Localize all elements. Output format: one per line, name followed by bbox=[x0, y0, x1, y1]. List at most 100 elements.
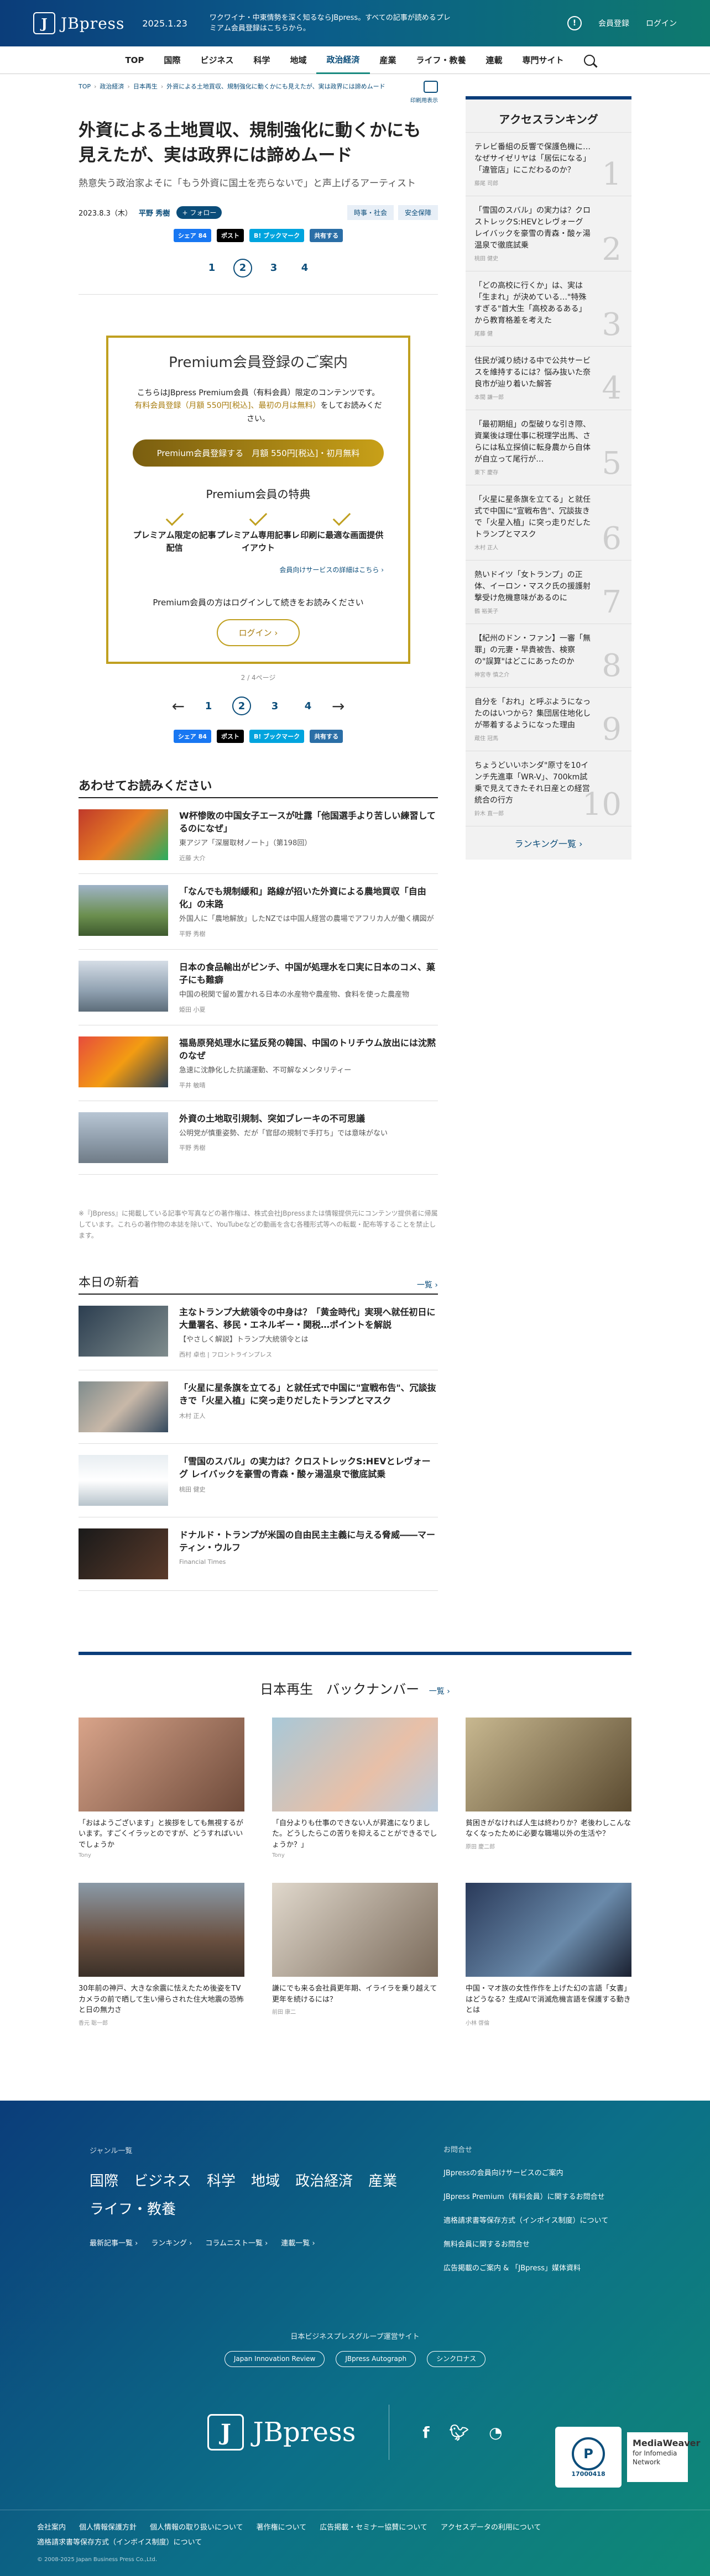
breadcrumb-politics[interactable]: 政治経済 bbox=[100, 82, 124, 92]
hatena-bookmark-button[interactable]: B! ブックマーク bbox=[249, 228, 305, 242]
nav-special-sites[interactable]: 専門サイト bbox=[513, 46, 574, 74]
twitter-icon[interactable]: 🐦︎ bbox=[450, 2423, 469, 2442]
ranking-item[interactable]: 「雪国のスバル」の実力は？クロストレックS:HEVとレヴォーグ レイバックを豪雪… bbox=[466, 196, 631, 271]
nav-region[interactable]: 地域 bbox=[280, 46, 316, 74]
premium-register-button[interactable]: Premium会員登録する 月額 550円[税込]・初月無料 bbox=[133, 439, 384, 467]
tag-society[interactable]: 時事・社会 bbox=[347, 205, 394, 220]
group-site-autograph[interactable]: JBpress Autograph bbox=[336, 2351, 416, 2368]
follow-button[interactable]: + フォロー bbox=[176, 206, 222, 219]
hatena-bookmark-button[interactable]: B! ブックマーク bbox=[249, 730, 305, 744]
group-site-synchronous[interactable]: シンクロナス bbox=[427, 2351, 486, 2368]
footer-logo[interactable]: J JBpress bbox=[207, 2414, 356, 2451]
premium-promo-link[interactable]: ワクワイナ・中東情勢を深く知るならJBpress。すべての記事が読めるプレミアム… bbox=[210, 13, 453, 34]
backnumber-more-link[interactable]: 一覧 › bbox=[429, 1687, 450, 1696]
facebook-share-button[interactable]: シェア 84 bbox=[173, 730, 211, 744]
ranking-item[interactable]: 住民が減り続ける中で公共サービスを維持するには？悩み抜いた奈良市が辿り着いた解答… bbox=[466, 346, 631, 410]
author-link[interactable]: 平野 秀樹 bbox=[139, 207, 170, 218]
footer-bottom-link[interactable]: 個人情報の取り扱いについて bbox=[150, 2521, 243, 2532]
search-icon[interactable] bbox=[583, 54, 595, 66]
today-more-link[interactable]: 一覧 › bbox=[417, 1279, 438, 1290]
footer-bottom-link[interactable]: 適格請求書等保存方式（インボイス制度）について bbox=[37, 2536, 202, 2547]
notification-icon[interactable]: ! bbox=[567, 16, 582, 30]
pocket-share-button[interactable]: 共有する bbox=[310, 228, 343, 242]
nav-business[interactable]: ビジネス bbox=[190, 46, 243, 74]
footer-columnists-link[interactable]: コラムニスト一覧 › bbox=[205, 2237, 268, 2248]
footer-genre-business[interactable]: ビジネス bbox=[134, 2170, 191, 2190]
backnumber-item[interactable]: 「自分よりも仕事のできない人が昇進になりました。どうしたらこの苦りを抑えることが… bbox=[272, 1717, 438, 1858]
today-article[interactable]: 「火星に星条旗を立てる」と就任式で中国に"宣戦布告"、冗談抜きで「火星入植」に突… bbox=[79, 1370, 438, 1444]
ranking-item[interactable]: 「最初期組」の型破りな引き際、資業後は理仕事に税理学出馬、さらには私立探偵に転身… bbox=[466, 410, 631, 485]
tag-security[interactable]: 安全保障 bbox=[398, 205, 438, 220]
today-article[interactable]: 主なトランプ大統領令の中身は？「黄金時代」実現へ就任初日に大量署名、移民・エネル… bbox=[79, 1295, 438, 1370]
backnumber-item[interactable]: 30年前の神戸、大きな余震に怯えたため後姿をTVカメラの前で晒して生い帰らされた… bbox=[79, 1883, 244, 2027]
page-3[interactable]: 3 bbox=[264, 259, 283, 278]
today-article[interactable]: ドナルド・トランプが米国の自由民主主義に与える脅威――マーティン・ウルフ Fina… bbox=[79, 1517, 438, 1591]
nav-industry[interactable]: 産業 bbox=[370, 46, 406, 74]
ranking-more-link[interactable]: ランキング一覧 › bbox=[466, 826, 631, 860]
site-logo[interactable]: J JBpress bbox=[33, 12, 124, 34]
page-2[interactable]: 2 bbox=[233, 258, 252, 278]
footer-latest-link[interactable]: 最新記事一覧 › bbox=[90, 2237, 138, 2248]
nav-life[interactable]: ライフ・教養 bbox=[406, 46, 476, 74]
nav-science[interactable]: 科学 bbox=[243, 46, 280, 74]
footer-contact-link[interactable]: 広告掲載のご案内 & 「JBpress」媒体資料 bbox=[443, 2263, 620, 2275]
register-link[interactable]: 会員登録 bbox=[598, 18, 629, 29]
footer-genre-industry[interactable]: 産業 bbox=[368, 2170, 397, 2190]
footer-genre-region[interactable]: 地域 bbox=[251, 2170, 280, 2190]
prev-page-arrow-icon[interactable]: ← bbox=[172, 697, 185, 715]
page-2[interactable]: 2 bbox=[232, 697, 251, 716]
ranking-item[interactable]: 自分を「おれ」と呼ぶようになったのはいつから？集団居住地化しが帯着するようになっ… bbox=[466, 687, 631, 751]
nav-politics-economy[interactable]: 政治経済 bbox=[316, 46, 370, 74]
footer-genre-life[interactable]: ライフ・教養 bbox=[90, 2198, 176, 2218]
backnumber-item[interactable]: 貧困きがなければ人生は終わりか？老後わしこんななくなったために必要な職場以外の生… bbox=[466, 1717, 631, 1859]
backnumber-item[interactable]: 謙にでも来る会社員更年期、イライラを乗り越えて更年を続けるには？ 前田 康二 bbox=[272, 1883, 438, 2027]
footer-genre-science[interactable]: 科学 bbox=[207, 2170, 236, 2190]
related-article[interactable]: 外資の土地取引規制、突如ブレーキの不可思議 公明党が慎重姿勢、だが「官邸の規制で手… bbox=[79, 1101, 438, 1175]
nav-top[interactable]: TOP bbox=[115, 46, 154, 74]
footer-series-link[interactable]: 連載一覧 › bbox=[281, 2237, 315, 2248]
x-post-button[interactable]: ポスト bbox=[216, 730, 244, 744]
related-article[interactable]: 福島原発処理水に猛反発の韓国、中国のトリチウム放出には沈黙のなぜ 急速に沈静化した… bbox=[79, 1025, 438, 1101]
page-1[interactable]: 1 bbox=[202, 259, 221, 278]
breadcrumb-series[interactable]: 日本再生 bbox=[133, 82, 158, 92]
footer-ranking-link[interactable]: ランキング › bbox=[151, 2237, 192, 2248]
backnumber-item[interactable]: 中国・マオ族の女性作作を上げた幻の言語「女書」はどうなる？生成AIで消滅危機言語… bbox=[466, 1883, 631, 2027]
footer-bottom-link[interactable]: 広告掲載・セミナー協賛について bbox=[320, 2521, 427, 2532]
footer-contact-link[interactable]: JBpress Premium（有料会員）に関するお問合せ bbox=[443, 2192, 620, 2203]
x-post-button[interactable]: ポスト bbox=[216, 228, 244, 242]
footer-contact-link[interactable]: JBpressの会員向けサービスのご案内 bbox=[443, 2168, 620, 2180]
ranking-item[interactable]: 【紀州のドン・ファン】一審「無罪」の元妻・早貴被告、検察の"誤算"はどこにあった… bbox=[466, 624, 631, 687]
rss-icon[interactable]: ◔ bbox=[489, 2423, 502, 2442]
ranking-item[interactable]: ちょうどいいホンダ"原寸を10インチ先進車「WR-V」、700km試乗で見えてき… bbox=[466, 751, 631, 826]
footer-bottom-link[interactable]: 個人情報保護方針 bbox=[79, 2521, 137, 2532]
group-site-jir[interactable]: Japan Innovation Review bbox=[224, 2351, 325, 2368]
premium-login-button[interactable]: ログイン › bbox=[216, 619, 300, 647]
footer-bottom-link[interactable]: 会社案内 bbox=[37, 2521, 66, 2532]
pocket-share-button[interactable]: 共有する bbox=[310, 730, 343, 744]
ranking-item[interactable]: 熱いドイツ「女トランプ」の正体、イーロン・マスク氏の援護射撃受け危機意味があるの… bbox=[466, 560, 631, 624]
footer-bottom-link[interactable]: アクセスデータの利用について bbox=[441, 2521, 541, 2532]
related-article[interactable]: 日本の食品輸出がピンチ、中国が処理水を口実に日本のコメ、菓子にも難癖 中国の税関で… bbox=[79, 950, 438, 1025]
facebook-share-button[interactable]: シェア 84 bbox=[173, 228, 211, 242]
page-3[interactable]: 3 bbox=[265, 697, 284, 715]
backnumber-item[interactable]: 「おはようございます」と挨拶をしても無視するがいます。すごくイラッとのですが、ど… bbox=[79, 1717, 244, 1858]
breadcrumb-top[interactable]: TOP bbox=[79, 82, 91, 92]
nav-international[interactable]: 国際 bbox=[154, 46, 190, 74]
footer-contact-link[interactable]: 無料会員に関するお問合せ bbox=[443, 2239, 620, 2251]
page-4[interactable]: 4 bbox=[299, 697, 317, 715]
today-article[interactable]: 「雪国のスバル」の実力は？クロストレックS:HEVとレヴォーグ レイバックを豪雪… bbox=[79, 1444, 438, 1517]
related-article[interactable]: W杯惨敗の中国女子エースが吐露「他国選手より苦しい練習してるのになぜ」 東アジア「… bbox=[79, 798, 438, 874]
ranking-item[interactable]: 「どの高校に行くか」は、実は「生まれ」が決めている…"特殊すぎる"首大生「高校あ… bbox=[466, 271, 631, 346]
login-link[interactable]: ログイン bbox=[646, 18, 677, 29]
ranking-item[interactable]: 「火星に星条旗を立てる」と就任式で中国に"宣戦布告"、冗談抜きで「火星入植」に突… bbox=[466, 485, 631, 560]
facebook-icon[interactable]: f bbox=[422, 2423, 429, 2442]
next-page-arrow-icon[interactable]: → bbox=[332, 697, 344, 715]
related-article[interactable]: 「なんでも規制緩和」路線が招いた外資による農地買収「自由化」の末路 外国人に「農地… bbox=[79, 874, 438, 950]
page-1[interactable]: 1 bbox=[199, 697, 218, 715]
page-4[interactable]: 4 bbox=[295, 259, 314, 278]
footer-genre-politics[interactable]: 政治経済 bbox=[295, 2170, 353, 2190]
ranking-item[interactable]: テレビ番組の反響で保護色機に…なぜサイゼリヤは「居伝になる」「違管店」にこだわる… bbox=[466, 132, 631, 196]
footer-bottom-link[interactable]: 著作権について bbox=[257, 2521, 307, 2532]
benefits-details-link[interactable]: 会員向けサービスの詳細はこちら › bbox=[133, 565, 384, 574]
nav-series[interactable]: 連載 bbox=[476, 46, 513, 74]
